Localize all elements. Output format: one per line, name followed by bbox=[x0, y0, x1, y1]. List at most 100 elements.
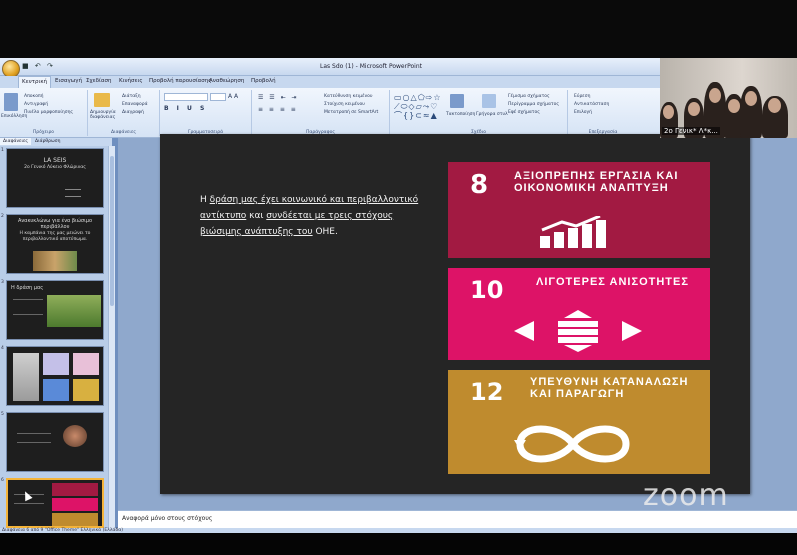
tab-home[interactable]: Κεντρική bbox=[18, 76, 52, 88]
participant-face bbox=[768, 98, 781, 113]
tab-insert[interactable]: Εισαγωγή bbox=[52, 78, 85, 84]
screen: ■ ↶ ↷ Las Sdo (1) - Microsoft PowerPoint… bbox=[0, 0, 797, 555]
paragraph-group: ☰ ☰ ⇤ ⇥ ≡ ≡ ≡ ≡ Κατεύθυνση κειμένου Στοί… bbox=[252, 90, 390, 136]
cut-button[interactable]: Αποκοπή bbox=[24, 94, 44, 99]
undo-icon[interactable]: ↶ bbox=[35, 62, 43, 70]
slide-thumb-1[interactable]: LA SEIS 2ο Γενικό Λύκειο Φλώρινας bbox=[6, 148, 104, 208]
smartart-button[interactable]: Μετατροπή σε SmartArt bbox=[324, 110, 378, 115]
slide-thumb-6[interactable] bbox=[6, 478, 104, 528]
tab-slideshow[interactable]: Προβολή παρουσίασης bbox=[146, 78, 215, 84]
font-size-select[interactable] bbox=[210, 93, 226, 101]
quick-access-toolbar[interactable]: ■ ↶ ↷ bbox=[22, 62, 55, 70]
clipboard-group: Επικόλληση Αποκοπή Αντιγραφή Πινέλο μορφ… bbox=[0, 90, 88, 136]
align-text-button[interactable]: Στοίχιση κειμένου bbox=[324, 102, 365, 107]
slide-thumb-2[interactable]: Ανακυκλώνω για ένα βιώσιμο περιβάλλον Η … bbox=[6, 214, 104, 274]
quick-styles-icon[interactable] bbox=[482, 94, 496, 108]
sdg-number: 10 bbox=[470, 276, 504, 304]
thumb-text-lines bbox=[17, 433, 51, 443]
thumb-sdg-8 bbox=[52, 483, 98, 496]
slide-thumb-3[interactable]: Η δράση μας bbox=[6, 280, 104, 340]
slide-body-text[interactable]: Η δράση μας έχει κοινωνικό και περιβαλλο… bbox=[200, 192, 420, 240]
delete-button[interactable]: Διαγραφή bbox=[122, 110, 144, 115]
list-buttons[interactable]: ☰ ☰ ⇤ ⇥ bbox=[258, 94, 299, 101]
thumb-sdg-10 bbox=[52, 498, 98, 511]
reset-button[interactable]: Επαναφορά bbox=[122, 102, 148, 107]
slide-thumb-4[interactable] bbox=[6, 346, 104, 406]
drawing-group: ▭○△⬠⇨☆ ⟋⬭◇▱⤳♡ ⌒{}⊂≈▲ Τακτοποίηση Γρήγορα σ… bbox=[390, 90, 568, 136]
thumb-number: 4 bbox=[1, 346, 4, 351]
window-title: Las Sdo (1) - Microsoft PowerPoint bbox=[320, 63, 422, 70]
thumb-number: 1 bbox=[1, 148, 4, 153]
scrollbar-thumb[interactable] bbox=[110, 156, 114, 306]
font-group: B I U S A A Γραμματοσειρά bbox=[160, 90, 252, 136]
arrange-button[interactable]: Τακτοποίηση bbox=[446, 112, 475, 117]
slides-group: Δημιουργία διαφάνειας Διάταξη Επαναφορά … bbox=[88, 90, 160, 136]
thumb-sdg-12 bbox=[52, 513, 98, 526]
webcam-tile[interactable]: 2ο Γενικ* Λ*κ... bbox=[660, 58, 797, 138]
participant-face bbox=[709, 88, 721, 103]
slide-thumb-5[interactable] bbox=[6, 412, 104, 472]
replace-button[interactable]: Αντικατάσταση bbox=[574, 102, 609, 107]
participant-face bbox=[663, 105, 674, 119]
sdg-title: ΛΙΓΟΤΕΡΕΣ ΑΝΙΣΟΤΗΤΕΣ bbox=[536, 276, 689, 288]
sdg-number: 8 bbox=[470, 170, 489, 200]
tab-outline[interactable]: Διάρθρωση bbox=[32, 138, 64, 145]
thumb-image bbox=[43, 353, 69, 375]
redo-icon[interactable]: ↷ bbox=[47, 62, 55, 70]
new-slide-icon[interactable] bbox=[94, 93, 110, 107]
thumb-subtitle: Η καμπάνια της μας μειώνει το περιβαλλον… bbox=[19, 231, 91, 242]
thumb-number: 6 bbox=[1, 478, 4, 483]
editing-group: Εύρεση Αντικατάσταση Επιλογή Επεξεργασία bbox=[568, 90, 638, 136]
equality-icon bbox=[514, 310, 642, 352]
tab-animations[interactable]: Κινήσεις bbox=[116, 78, 146, 84]
infinity-icon bbox=[514, 425, 630, 463]
grow-font-button[interactable]: A A bbox=[228, 93, 238, 100]
thumb-title: Η δράση μας bbox=[11, 285, 44, 291]
new-slide-button[interactable]: Δημιουργία διαφάνειας bbox=[90, 110, 120, 120]
format-painter-button[interactable]: Πινέλο μορφοποίησης bbox=[24, 110, 73, 115]
select-button[interactable]: Επιλογή bbox=[574, 110, 592, 115]
align-buttons[interactable]: ≡ ≡ ≡ ≡ bbox=[258, 106, 298, 113]
thumb-image bbox=[63, 425, 87, 447]
thumb-image bbox=[73, 353, 99, 375]
paste-icon[interactable] bbox=[4, 93, 18, 111]
arrange-icon[interactable] bbox=[450, 94, 464, 108]
tab-slides[interactable]: Διαφάνειες bbox=[0, 138, 32, 145]
clipboard-label: Πρόχειρο bbox=[32, 130, 55, 135]
shape-effects-button[interactable]: Εφέ σχήματος bbox=[508, 110, 540, 115]
shape-fill-button[interactable]: Γέμισμα σχήματος bbox=[508, 94, 550, 99]
tab-review[interactable]: Αναθεώρηση bbox=[206, 78, 247, 84]
shapes-gallery[interactable]: ▭○△⬠⇨☆ ⟋⬭◇▱⤳♡ ⌒{}⊂≈▲ bbox=[394, 93, 442, 120]
current-slide[interactable]: Η δράση μας έχει κοινωνικό και περιβαλλο… bbox=[160, 134, 750, 494]
save-icon[interactable]: ■ bbox=[22, 62, 31, 70]
zoom-watermark: zoom bbox=[643, 478, 729, 513]
find-button[interactable]: Εύρεση bbox=[574, 94, 590, 99]
participant-face bbox=[745, 91, 757, 106]
thumb-image bbox=[33, 251, 77, 271]
sdg-goal-8: 8 ΑΞΙΟΠΡΕΠΗΣ ΕΡΓΑΣΙΑ ΚΑΙ ΟΙΚΟΝΟΜΙΚΗ ΑΝΑΠ… bbox=[448, 162, 710, 258]
tab-view[interactable]: Προβολή bbox=[248, 78, 279, 84]
sdg-title: ΥΠΕΥΘΥΝΗ ΚΑΤΑΝΑΛΩΣΗ ΚΑΙ ΠΑΡΑΓΩΓΗ bbox=[530, 376, 689, 400]
copy-button[interactable]: Αντιγραφή bbox=[24, 102, 48, 107]
video-bottom-band bbox=[0, 533, 797, 555]
thumbnail-scrollbar[interactable] bbox=[108, 146, 115, 528]
thumb-number: 2 bbox=[1, 214, 4, 219]
font-name-select[interactable] bbox=[164, 93, 208, 101]
slide-thumbnails-panel: 1 LA SEIS 2ο Γενικό Λύκειο Φλώρινας 2 Αν… bbox=[0, 146, 110, 528]
thumb-number: 3 bbox=[1, 280, 4, 285]
title-bar: ■ ↶ ↷ Las Sdo (1) - Microsoft PowerPoint bbox=[0, 58, 660, 78]
notes-text: Αναφορά μόνο στους στόχους bbox=[122, 515, 213, 522]
quick-styles-button[interactable]: Γρήγορα στυλ bbox=[476, 112, 508, 117]
tab-design[interactable]: Σχεδίαση bbox=[83, 78, 114, 84]
webcam-label: 2ο Γενικ* Λ*κ... bbox=[662, 127, 720, 135]
ribbon-tabs: Κεντρική Εισαγωγή Σχεδίαση Κινήσεις Προβ… bbox=[0, 76, 660, 88]
sdg-title: ΑΞΙΟΠΡΕΠΗΣ ΕΡΓΑΣΙΑ ΚΑΙ ΟΙΚΟΝΟΜΙΚΗ ΑΝΑΠΤΥ… bbox=[514, 170, 679, 194]
layout-button[interactable]: Διάταξη bbox=[122, 94, 141, 99]
text-direction-button[interactable]: Κατεύθυνση κειμένου bbox=[324, 94, 372, 99]
shape-outline-button[interactable]: Περίγραμμα σχήματος bbox=[508, 102, 559, 107]
thumb-image bbox=[73, 379, 99, 401]
thumb-image bbox=[43, 379, 69, 401]
font-format-buttons[interactable]: B I U S bbox=[164, 105, 207, 112]
thumb-subtitle: 2ο Γενικό Λύκειο Φλώρινας bbox=[24, 165, 86, 170]
growth-chart-icon bbox=[540, 216, 606, 248]
